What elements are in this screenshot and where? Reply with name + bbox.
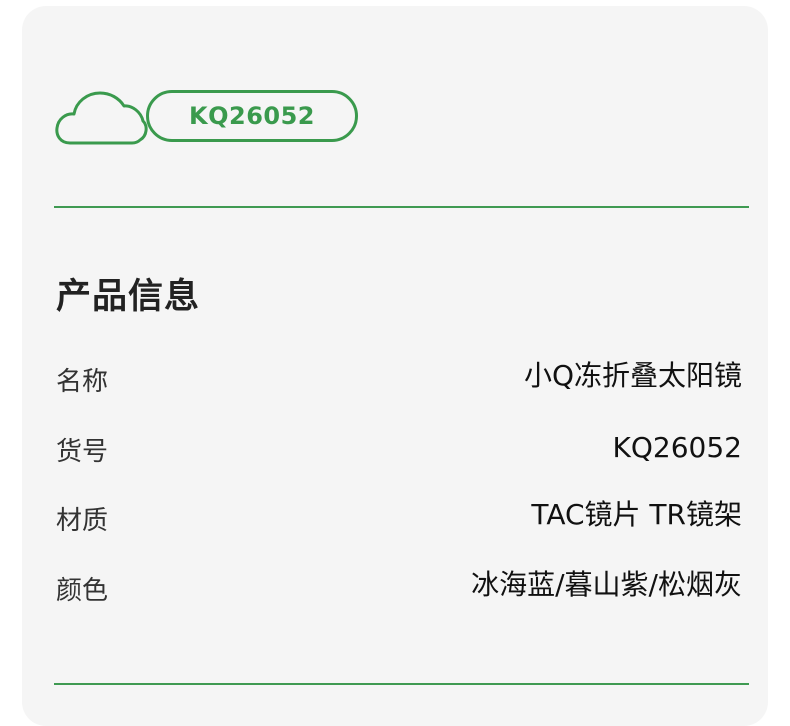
section-title: 产品信息 — [56, 277, 201, 317]
info-label: 货号 — [56, 437, 109, 467]
info-row-name: 名称 小Q冻折叠太阳镜 — [56, 358, 742, 398]
product-code-badge: KQ26052 — [146, 90, 358, 142]
top-divider — [54, 206, 749, 208]
info-value: KQ26052 — [612, 431, 742, 464]
info-value: 冰海蓝/暮山紫/松烟灰 — [471, 568, 742, 601]
info-label: 名称 — [56, 367, 109, 397]
info-row-item-number: 货号 KQ26052 — [56, 428, 742, 468]
info-label: 颜色 — [56, 576, 109, 606]
cloud-icon — [55, 91, 148, 145]
info-label: 材质 — [56, 506, 109, 536]
info-value: 小Q冻折叠太阳镜 — [523, 359, 742, 392]
bottom-divider — [54, 683, 749, 685]
info-row-color: 颜色 冰海蓝/暮山紫/松烟灰 — [56, 567, 742, 607]
info-value: TAC镜片 TR镜架 — [531, 498, 742, 531]
info-row-material: 材质 TAC镜片 TR镜架 — [56, 497, 742, 537]
